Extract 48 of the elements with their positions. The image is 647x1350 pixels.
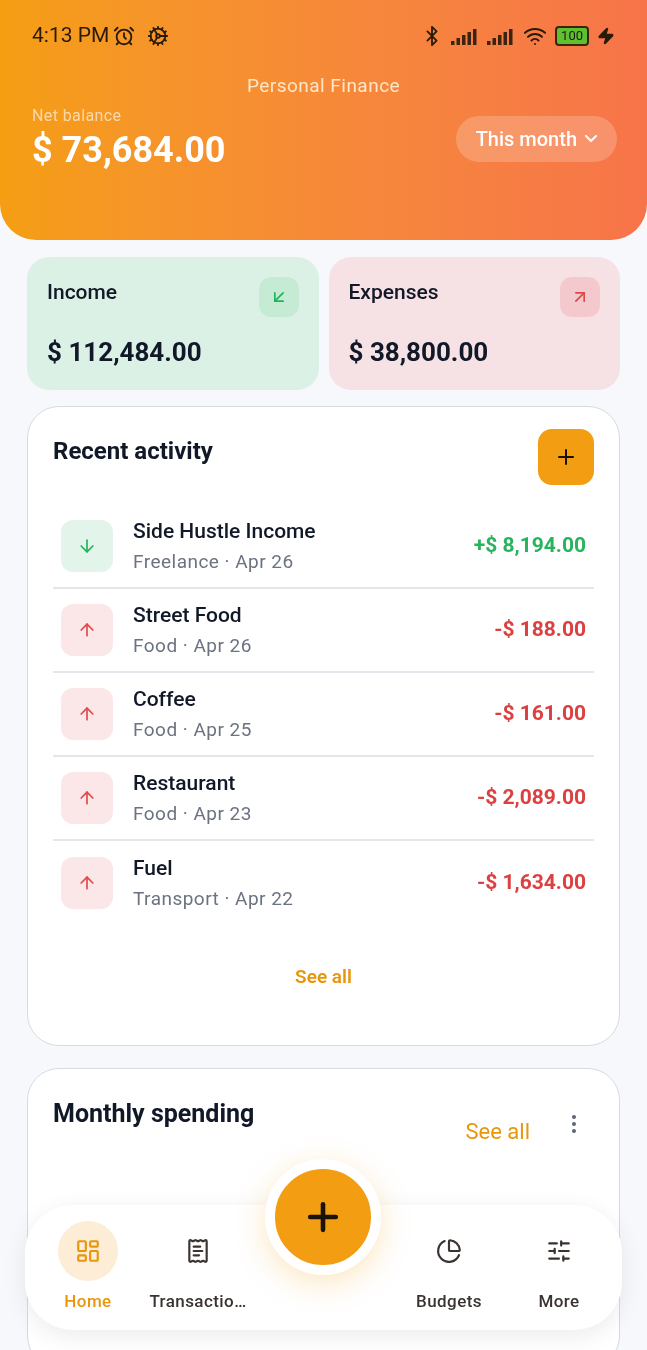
nav-tab[interactable]: More xyxy=(504,1220,614,1315)
transaction-row[interactable]: Restaurant Food · Apr 23 -$ 2,089.00 xyxy=(53,757,594,841)
arrow-up-icon xyxy=(61,772,113,824)
transaction-row[interactable]: Coffee Food · Apr 25 -$ 161.00 xyxy=(53,673,594,757)
transaction-subtitle: Food · Apr 25 xyxy=(133,716,253,743)
arrow-up-right-icon xyxy=(560,277,600,317)
alarm-icon xyxy=(113,24,136,47)
transaction-title: Coffee xyxy=(133,686,197,713)
chevron-down-icon xyxy=(585,135,597,142)
transaction-title: Street Food xyxy=(133,602,243,629)
summary-amount: $ 112,484.00 xyxy=(47,336,203,369)
arrow-down-icon xyxy=(61,520,113,572)
transaction-title: Side Hustle Income xyxy=(133,518,317,545)
summary-label: Income xyxy=(47,279,118,306)
balance-label: Net balance xyxy=(32,105,123,127)
gear-icon xyxy=(147,24,170,47)
transaction-amount: +$ 8,194.00 xyxy=(473,532,586,560)
transaction-amount: -$ 188.00 xyxy=(494,616,586,644)
arrow-up-icon xyxy=(61,857,113,909)
nav-tab[interactable]: Budgets xyxy=(394,1220,504,1315)
arrow-down-left-icon xyxy=(258,277,299,317)
card-title: Recent activity xyxy=(53,436,213,467)
add-button[interactable] xyxy=(538,429,594,485)
app-title: Personal Finance xyxy=(246,72,401,99)
transaction-row[interactable]: Fuel Transport · Apr 22 -$ 1,634.00 xyxy=(53,841,594,925)
transaction-subtitle: Food · Apr 23 xyxy=(133,800,253,827)
transaction-amount: -$ 161.00 xyxy=(494,700,586,728)
card-title: Monthly spending xyxy=(53,1098,255,1130)
transaction-title: Fuel xyxy=(133,855,174,882)
transaction-subtitle: Food · Apr 26 xyxy=(133,632,253,659)
signal-icon xyxy=(487,26,516,45)
transaction-subtitle: Transport · Apr 22 xyxy=(133,885,295,912)
transaction-subtitle: Freelance · Apr 26 xyxy=(133,548,295,575)
summary-amount: $ 38,800.00 xyxy=(348,336,490,369)
arrow-up-icon xyxy=(61,688,113,740)
battery-indicator: 100 xyxy=(555,25,589,46)
balance-amount: $ 73,684.00 xyxy=(32,128,226,173)
arrow-up-icon xyxy=(61,604,113,656)
summary-label: Expenses xyxy=(348,279,439,306)
status-time: 4:13 PM xyxy=(32,22,110,49)
nav-tab[interactable]: Transactio… xyxy=(143,1220,253,1315)
transaction-amount: -$ 2,089.00 xyxy=(476,784,586,812)
charging-icon xyxy=(597,26,615,45)
transaction-row[interactable]: Street Food Food · Apr 26 -$ 188.00 xyxy=(53,589,594,673)
transaction-row[interactable]: Side Hustle Income Freelance · Apr 26 +$ 8,194.00 xyxy=(53,505,594,589)
transaction-title: Restaurant xyxy=(133,770,237,797)
transaction-amount: -$ 1,634.00 xyxy=(476,869,586,897)
signal-icon xyxy=(451,26,480,45)
